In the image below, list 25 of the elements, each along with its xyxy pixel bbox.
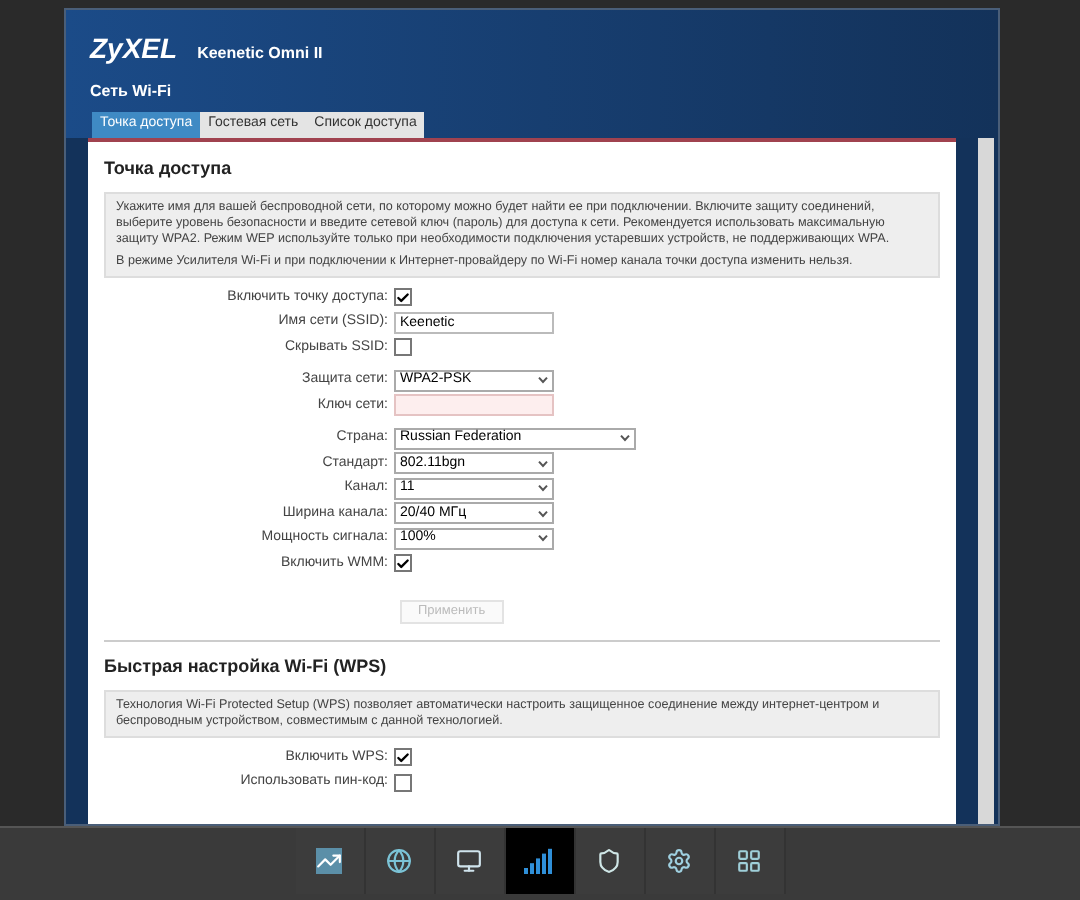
shield-icon [596,848,622,874]
chart-icon [316,848,342,874]
gear-icon [666,848,692,874]
chevron-down-icon [538,509,548,518]
taskbar-button[interactable] [505,828,575,894]
chevron-down-icon [538,484,548,493]
section-title: Быстрая настройка Wi-Fi (WPS) [104,654,389,680]
computer-icon [456,848,482,874]
checkbox[interactable] [394,338,412,357]
checkbox[interactable] [394,288,412,307]
section-title: Точка доступа [104,156,234,182]
grid-icon [736,848,762,874]
globe-icon [386,848,412,874]
chevron-down-icon [620,434,630,443]
input-field[interactable] [394,394,554,417]
brand-logo: ZyXEL [90,30,178,68]
checkbox[interactable] [394,748,412,767]
model-name: Keenetic Omni II [197,42,323,66]
chevron-down-icon [538,459,548,468]
checkbox[interactable] [394,554,412,573]
chevron-down-icon [538,376,548,385]
page-title: Сеть Wi-Fi [90,80,174,104]
checkbox[interactable] [394,773,412,792]
chevron-down-icon [538,534,548,543]
signal-bars-icon [523,848,555,874]
